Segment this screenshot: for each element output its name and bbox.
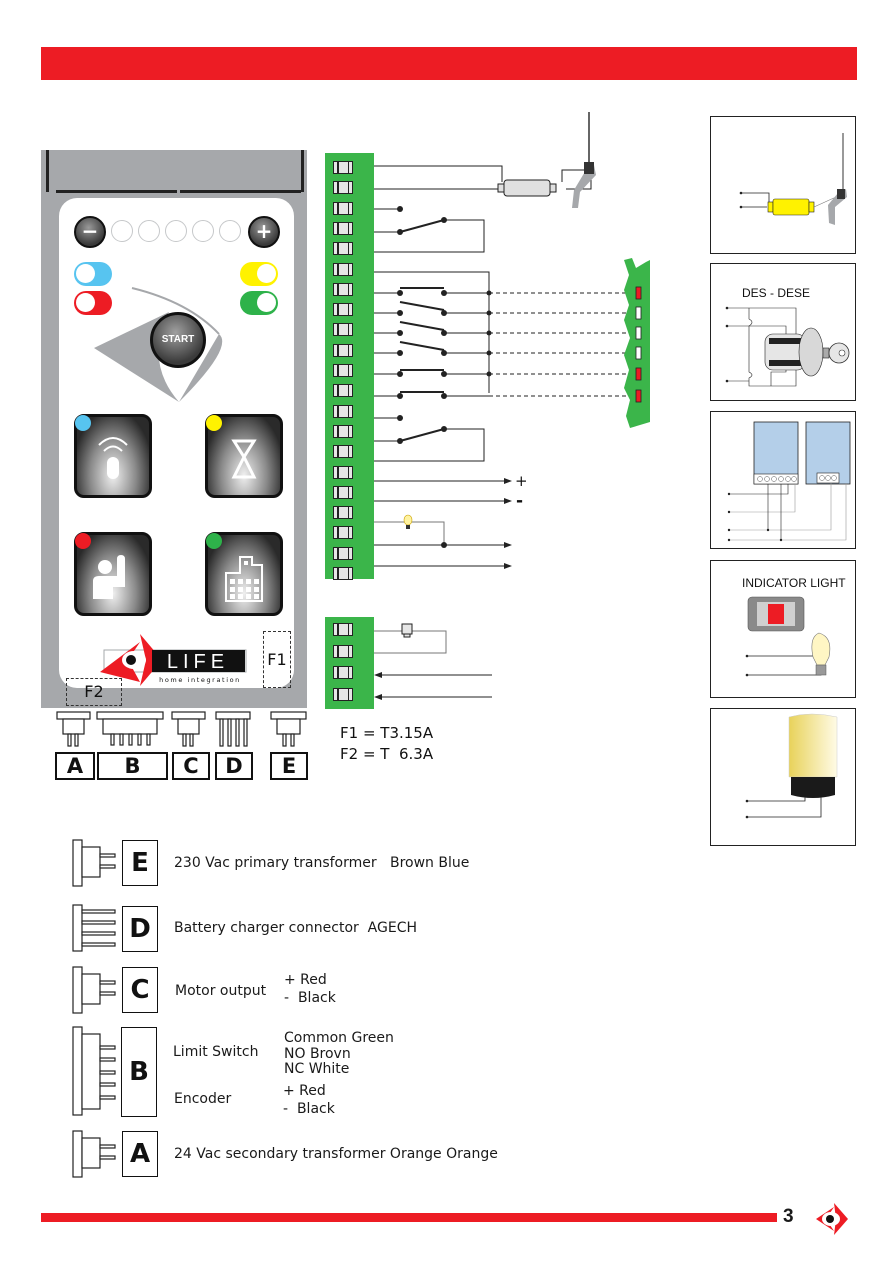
terminal-screw xyxy=(333,424,353,438)
photocells-icon xyxy=(727,421,851,542)
legend-wire-encoder-plus: + Red xyxy=(283,1083,326,1099)
legend-letter-c: C xyxy=(122,967,158,1013)
tile-timer[interactable] xyxy=(205,414,283,498)
led-blue xyxy=(75,415,91,431)
legend-letter-d: D xyxy=(122,906,158,952)
legend-wire-c-plus: + Red xyxy=(284,972,327,988)
terminal-screw xyxy=(333,242,353,256)
led-green xyxy=(206,533,222,549)
tile-remote-control[interactable] xyxy=(74,414,152,498)
legend-label-b-encoder: Encoder xyxy=(174,1091,232,1107)
led-red xyxy=(75,533,91,549)
terminal-screw xyxy=(333,262,353,276)
terminal-screw xyxy=(333,546,353,560)
terminal-screw xyxy=(333,282,353,296)
plus-button[interactable]: + xyxy=(248,216,280,248)
legend-wire-c-minus: - Black xyxy=(284,990,336,1006)
main-terminal-block xyxy=(325,153,374,580)
plus-output-label: + xyxy=(515,472,528,490)
legend-label-c: Motor output xyxy=(175,983,267,999)
terminal-screw xyxy=(333,303,353,317)
terminal-screw xyxy=(333,688,353,702)
terminal-screw xyxy=(333,526,353,540)
terminal-screw xyxy=(333,506,353,520)
brand-eye-logo-icon xyxy=(816,1203,848,1235)
connector-label-c: C xyxy=(172,752,210,780)
antenna-receiver-icon xyxy=(739,133,847,225)
connector-pins xyxy=(56,711,307,747)
terminal-screw xyxy=(333,384,353,398)
key-selector-title: DES - DESE xyxy=(742,286,811,300)
minus-output-label: - xyxy=(516,491,524,511)
minus-button[interactable]: − xyxy=(74,216,106,248)
fuse-f2: F2 xyxy=(66,678,122,706)
terminal-screw xyxy=(333,181,353,195)
legend-letter-e: E xyxy=(122,840,158,886)
accessory-flashing-lamp xyxy=(710,708,856,846)
start-button[interactable]: START xyxy=(150,312,206,368)
terminal-screw xyxy=(333,644,353,658)
legend-wire-encoder-minus: - Black xyxy=(283,1101,335,1117)
life-brand-logo: LIFE home integration xyxy=(100,634,247,686)
terminal-screw xyxy=(333,404,353,418)
connector-label-d: D xyxy=(215,752,253,780)
terminal-screw xyxy=(333,161,353,174)
brand-name: LIFE xyxy=(167,651,229,673)
terminal-screw xyxy=(333,623,353,636)
lamp-bulb-icon xyxy=(403,514,413,529)
tile-manual[interactable] xyxy=(74,532,152,616)
terminal-screw xyxy=(333,201,353,215)
level-indicator-dot xyxy=(111,220,133,242)
tile-condominium[interactable] xyxy=(205,532,283,616)
terminal-screw xyxy=(333,221,353,235)
page-number: 3 xyxy=(783,1206,794,1227)
accessory-photocells xyxy=(710,411,856,549)
legend-label-e: 230 Vac primary transformer Brown Blue xyxy=(174,855,470,871)
connector-label-a: A xyxy=(55,752,95,780)
terminal-screw xyxy=(333,364,353,377)
level-indicator-dot xyxy=(138,220,160,242)
indicator-light-title: INDICATOR LIGHT xyxy=(742,576,846,590)
antenna-icon xyxy=(497,112,596,208)
connector-label-b: B xyxy=(97,752,168,780)
fuse-rating-f1: F1 = T3.15A xyxy=(340,724,434,742)
legend-letter-a: A xyxy=(122,1131,158,1177)
wiring-diagram xyxy=(374,112,650,700)
connector-label-e: E xyxy=(270,752,308,780)
secondary-terminal-block xyxy=(325,617,374,709)
safety-device-strip xyxy=(624,258,650,428)
terminal-screw xyxy=(333,323,353,337)
key-selector-icon xyxy=(725,306,850,387)
fuse-f1: F1 xyxy=(263,631,291,688)
accessory-indicator-light: INDICATOR LIGHT xyxy=(710,560,856,698)
terminal-screw xyxy=(333,666,353,680)
accessory-key-selector: DES - DESE xyxy=(710,263,856,401)
footer-bar xyxy=(41,1213,777,1222)
terminal-screw xyxy=(333,567,353,580)
flashing-lamp-icon xyxy=(745,713,838,819)
fuse-holder-icon xyxy=(401,623,413,638)
accessory-antenna xyxy=(710,116,856,254)
legend-label-a: 24 Vac secondary transformer Orange Oran… xyxy=(174,1146,498,1162)
legend-wire-b-common: Common Green xyxy=(284,1030,394,1046)
legend-label-d: Battery charger connector AGECH xyxy=(174,920,417,936)
brand-tagline: home integration xyxy=(159,676,241,684)
legend-connector-icons xyxy=(72,839,116,1178)
terminal-screw xyxy=(333,465,353,479)
terminal-screw xyxy=(333,485,353,499)
terminal-screw xyxy=(333,343,353,357)
legend-label-b-limit-switch: Limit Switch xyxy=(173,1044,259,1060)
header-bar xyxy=(41,47,857,80)
level-indicator-dot xyxy=(192,220,214,242)
level-indicator-dot xyxy=(165,220,187,242)
led-yellow xyxy=(206,415,222,431)
legend-letter-b: B xyxy=(121,1027,157,1117)
legend-wire-b-no: NO Brovn xyxy=(284,1046,351,1062)
legend-wire-b-nc: NC White xyxy=(284,1061,350,1077)
level-indicator-dot xyxy=(219,220,241,242)
fuse-rating-f2: F2 = T 6.3A xyxy=(340,745,434,763)
terminal-screw xyxy=(333,445,353,459)
